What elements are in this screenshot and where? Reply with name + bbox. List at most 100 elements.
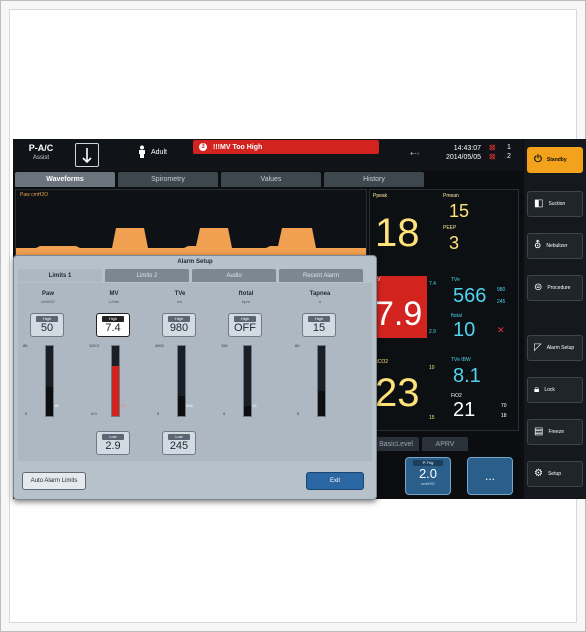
ventilation-mode[interactable]: P-A/C Assist	[21, 143, 61, 163]
peep-value: 3	[449, 233, 460, 253]
level-bar-fill	[178, 396, 185, 416]
tab-audio[interactable]: Audio	[192, 269, 276, 282]
high-limit-button[interactable]: High OFF	[228, 313, 262, 337]
waveform-panel: Paw cmH2O	[15, 189, 367, 263]
lock-button[interactable]: 🔒︎ Lock	[527, 377, 583, 403]
current-value: 566	[186, 403, 193, 408]
param-name: Tapnea	[309, 291, 331, 297]
tve-label: TVe	[451, 277, 460, 283]
tab-basic-level[interactable]: BasicLevel	[373, 437, 419, 451]
patient-type-icon[interactable]	[75, 143, 99, 167]
tab-aprv[interactable]: APRV	[422, 437, 468, 451]
person-icon	[139, 145, 145, 158]
high-limit-value: 7.4	[105, 322, 121, 334]
param-name: Paw	[41, 291, 54, 297]
mode-sublabel: Assist	[32, 155, 49, 161]
level-bar	[317, 345, 326, 417]
tve-ibw-label: TVe IBW	[451, 357, 471, 363]
high-limit-value: 980	[169, 322, 189, 334]
power-icon: ⏻	[534, 154, 542, 165]
fio2-hi: 70	[501, 403, 507, 409]
procedure-button[interactable]: ⊜ Procedure	[527, 275, 583, 301]
more-settings-button[interactable]: ...	[467, 457, 513, 495]
tab-values[interactable]: Values	[221, 172, 321, 187]
right-button-bar: ⏻ Standby ◧ Suction ⛢ Nebulizer ⊜ Procedure …	[524, 139, 586, 499]
values-panel: Ppeak 18 Pmean 15 PEEP 3 MV 7.9 7.4 2.9 …	[369, 189, 519, 431]
nebulizer-button[interactable]: ⛢ Nebulizer	[527, 233, 583, 259]
network-counts: 1 2	[507, 143, 511, 161]
tve-hi: 980	[497, 287, 506, 293]
main-tabs: Waveforms Spirometry Values History	[15, 172, 424, 187]
tab-waveforms[interactable]: Waveforms	[15, 172, 115, 187]
patient-label: Adult	[151, 148, 167, 156]
time: 14:43:07	[453, 145, 481, 152]
high-limit-value: 15	[312, 322, 326, 334]
limit-column-mv: MV L/min High 7.4 100.0 0.0 7.9 Low 2.9	[89, 283, 139, 461]
mv-hi: 7.4	[429, 281, 436, 287]
high-limit-button[interactable]: High 980	[162, 313, 196, 337]
alarm-banner[interactable]: 3 !!!MV Too High	[193, 140, 379, 154]
mv-lo: 2.9	[429, 329, 436, 335]
alarm-setup-button[interactable]: ◸ Alarm Setup	[527, 335, 583, 361]
tab-limits-1[interactable]: Limits 1	[18, 269, 102, 282]
patient-category[interactable]: Adult	[137, 145, 167, 159]
net-count-2: 2	[507, 153, 511, 160]
level-bar	[177, 345, 186, 417]
scale-bottom: 0	[25, 411, 28, 416]
level-bar-fill	[318, 391, 325, 416]
param-unit: L/min	[109, 299, 119, 304]
alarm-setup-label: Alarm Setup	[546, 345, 575, 351]
param-name: MV	[109, 291, 119, 297]
scale-top: 4000	[155, 343, 164, 348]
mv-value: 7.9	[375, 295, 423, 333]
tab-history[interactable]: History	[324, 172, 424, 187]
standby-label: Standby	[546, 157, 567, 163]
high-limit-button[interactable]: High 15	[302, 313, 336, 337]
low-limit-button[interactable]: Low 245	[162, 431, 196, 455]
current-value: 7.9	[120, 403, 126, 408]
p-trig-value: 2.0	[418, 466, 438, 481]
tab-limits-2[interactable]: Limits 2	[105, 269, 189, 282]
param-unit: bpm	[242, 299, 250, 304]
p-trig-unit: cmH2O	[421, 481, 435, 486]
fio2-lo: 18	[501, 413, 507, 419]
scale-bottom: 0	[223, 411, 226, 416]
dialog-title: Alarm Setup	[177, 259, 213, 265]
alarm-index: 3	[199, 143, 207, 151]
lock-label: Lock	[544, 387, 555, 393]
current-value: 10	[252, 403, 257, 408]
suction-button[interactable]: ◧ Suction	[527, 191, 583, 217]
usb-icon: ⇠◦	[410, 149, 420, 158]
procedure-label: Procedure	[547, 285, 571, 291]
nebulizer-icon: ⛢	[534, 240, 542, 251]
exit-button[interactable]: Exit	[306, 472, 364, 490]
level-bar-fill	[244, 406, 251, 416]
level-bar-fill	[46, 387, 53, 416]
param-unit: s	[319, 299, 321, 304]
param-unit: cmH2O	[41, 299, 55, 304]
auto-alarm-limits-button[interactable]: Auto Alarm Limits	[22, 472, 86, 490]
low-limit-button[interactable]: Low 2.9	[96, 431, 130, 455]
freeze-button[interactable]: ▤ Freeze	[527, 419, 583, 445]
tab-spirometry[interactable]: Spirometry	[118, 172, 218, 187]
procedure-icon: ⊜	[534, 282, 543, 293]
suction-icon: ◧	[534, 198, 544, 209]
tab-recent-alarm[interactable]: Recent Alarm	[279, 269, 363, 282]
net-count-1: 1	[507, 144, 511, 151]
limit-column-tve: TVe mL High 980 4000 0 566 Low 245	[155, 283, 205, 461]
low-limit-value: 2.9	[105, 440, 121, 452]
ftotal-alarm-off-icon: ✕	[497, 325, 505, 335]
p-trig-setting[interactable]: P-Trig 2.0 cmH2O	[405, 457, 451, 495]
scale-top: 100.0	[89, 343, 100, 348]
high-limit-button[interactable]: High 50	[30, 313, 64, 337]
setup-button[interactable]: ⚙ Setup	[527, 461, 583, 487]
param-name: ftotal	[238, 291, 254, 297]
pressure-waveform	[16, 228, 366, 262]
tve-ibw-value: 8.1	[453, 365, 481, 387]
high-limit-button[interactable]: High 7.4	[96, 313, 130, 337]
scale-top: 150	[221, 343, 228, 348]
suction-label: Suction	[548, 201, 566, 207]
standby-button[interactable]: ⏻ Standby	[527, 147, 583, 173]
ftotal-value: 10	[453, 319, 476, 341]
ppeak-label: Ppeak	[373, 193, 388, 199]
